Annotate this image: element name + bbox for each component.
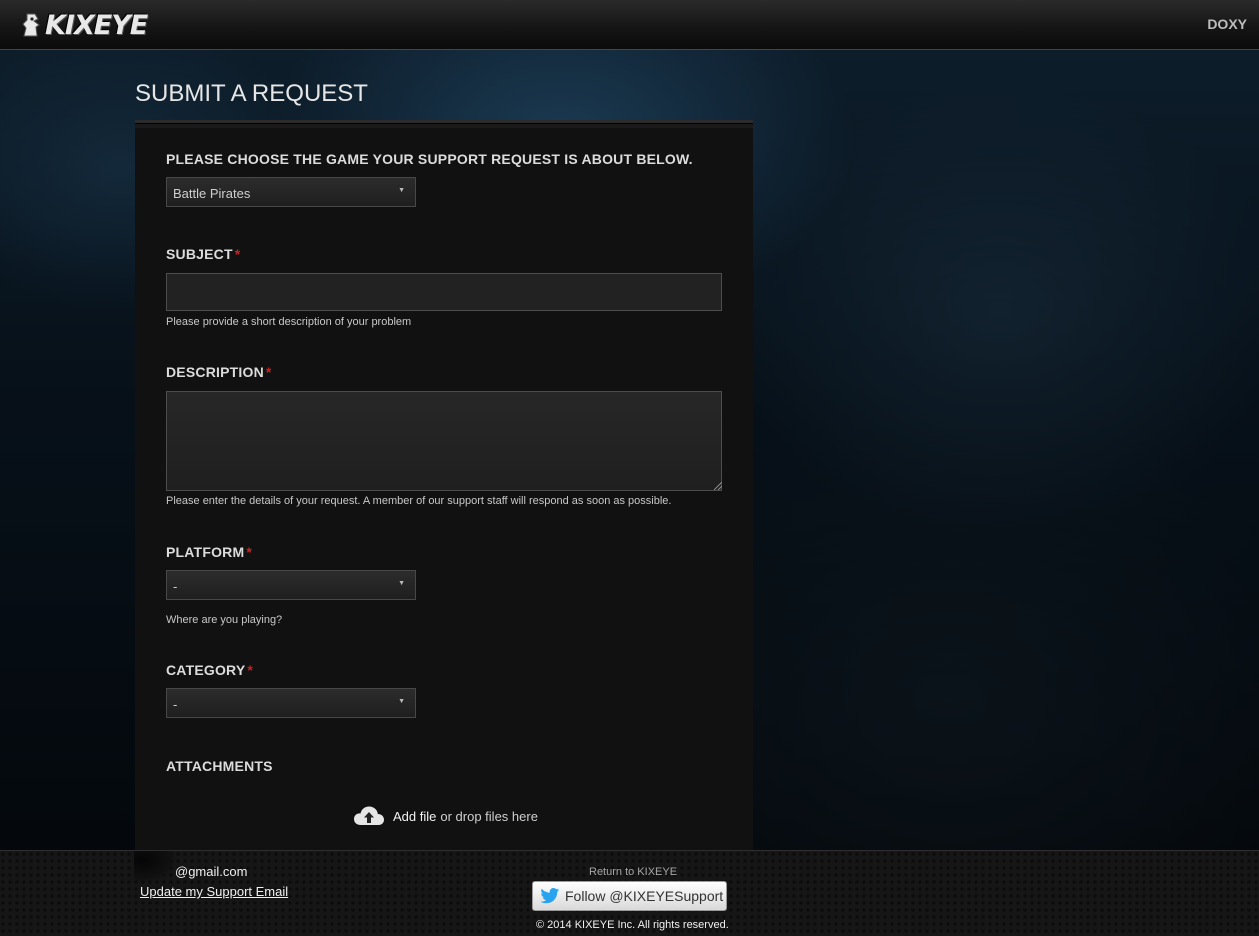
platform-hint: Where are you playing? [166,614,283,626]
category-select-value: - [173,697,178,712]
subject-label: SUBJECT * [166,246,241,262]
game-select-value: Battle Pirates [173,186,251,201]
cloud-upload-icon [354,806,384,825]
avatar [134,851,174,881]
twitter-bird-icon [540,888,560,904]
user-email: @gmail.com [175,864,248,879]
description-label: DESCRIPTION * [166,364,272,380]
return-to-kixeye-link[interactable]: Return to KIXEYE [589,866,677,878]
page-title: SUBMIT A REQUEST [135,80,368,107]
game-label: PLEASE CHOOSE THE GAME YOUR SUPPORT REQU… [166,151,693,167]
subject-hint: Please provide a short description of yo… [166,316,412,328]
game-select[interactable]: Battle Pirates ▼ [166,177,416,207]
follow-twitter-button[interactable]: Follow @KIXEYESupport [532,881,727,911]
copyright-text: © 2014 KIXEYE Inc. All rights reserved. [536,919,729,931]
drop-files-text: or drop files here [440,808,538,824]
follow-button-label: Follow @KIXEYESupport [565,888,724,904]
kixeye-logo-icon [22,13,40,37]
footer: @gmail.com Update my Support Email Retur… [0,850,1259,936]
chevron-down-icon: ▼ [398,698,405,705]
subject-input[interactable] [166,273,722,311]
required-marker: * [265,364,272,380]
attachments-label: ATTACHMENTS [166,758,273,774]
chevron-down-icon: ▼ [398,580,405,587]
description-wrapper [135,391,753,491]
kixeye-logo[interactable]: KIXEYE [20,9,148,41]
required-marker: * [246,544,252,560]
platform-label: PLATFORM * [166,544,252,560]
category-select[interactable]: - ▼ [166,688,416,718]
update-email-link[interactable]: Update my Support Email [140,884,288,899]
platform-select-value: - [173,579,178,594]
user-menu[interactable]: DOXY [1207,16,1247,32]
required-marker: * [234,246,241,262]
request-form: PLEASE CHOOSE THE GAME YOUR SUPPORT REQU… [135,120,753,850]
top-bar: KIXEYE DOXY [0,0,1259,50]
description-hint: Please enter the details of your request… [166,495,672,507]
attachment-dropzone[interactable]: Add file or drop files here [353,803,538,829]
required-marker: * [247,662,254,678]
category-label: CATEGORY * [166,662,254,678]
description-textarea[interactable] [166,391,722,491]
logo-text: KIXEYE [45,9,148,41]
add-file-link[interactable]: Add file [393,809,436,824]
chevron-down-icon: ▼ [398,187,405,194]
resize-handle[interactable] [714,482,722,490]
platform-select[interactable]: - ▼ [166,570,416,600]
